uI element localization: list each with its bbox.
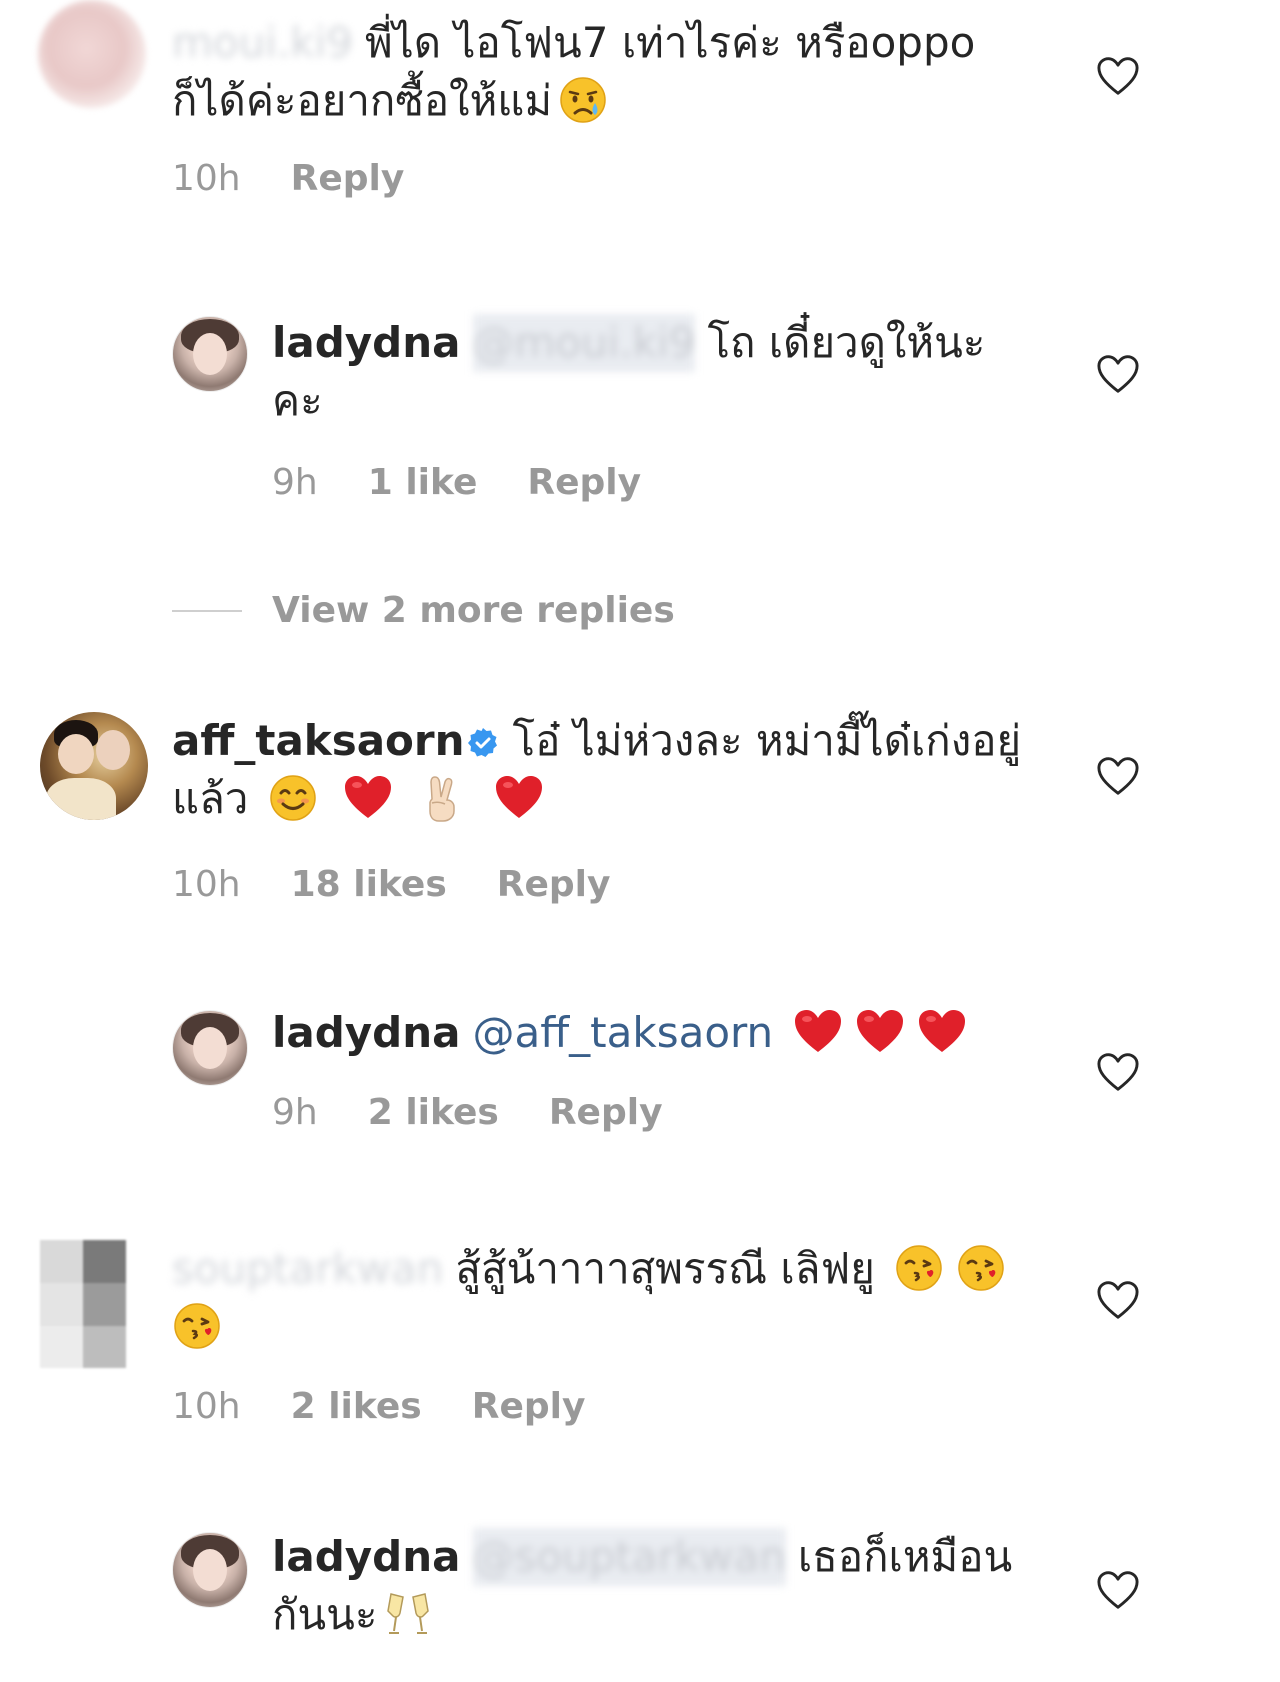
- red-heart-icon: [494, 773, 544, 823]
- comment-text: พี่ได ไอโฟน7 เท่าไรค่ะ หรือoppo: [364, 18, 976, 67]
- victory-hand-icon: [418, 773, 468, 823]
- reply-button[interactable]: Reply: [472, 1386, 586, 1427]
- likes-count[interactable]: 1 like: [368, 462, 478, 503]
- comment-body: ladydna @moui.ki9 โถ เดี๋ยวดูให้นะ คะ: [272, 314, 1072, 430]
- comment-body: ladydna @souptarkwan เธอก็เหมือน กันนะ: [272, 1528, 1092, 1644]
- comment-text: คะ: [272, 376, 323, 425]
- kissing-face-icon: [894, 1243, 944, 1293]
- comment-meta: 10h 2 likes Reply: [172, 1386, 635, 1427]
- mention-link[interactable]: @aff_taksaorn: [473, 1008, 774, 1057]
- comment-text: โถ เดี๋ยวดูให้นะ: [707, 318, 986, 367]
- timestamp: 9h: [272, 462, 318, 503]
- comment-body: aff_taksaorn โอ๋ ไม่ห่วงละ หม่ามี๊ได๋เก่ง…: [172, 712, 1092, 828]
- comment-body: ladydna @aff_taksaorn: [272, 1004, 1172, 1062]
- likes-count[interactable]: 18 likes: [291, 864, 447, 905]
- heart-icon[interactable]: [1096, 756, 1140, 796]
- username[interactable]: ladydna: [272, 1532, 461, 1581]
- comment-text: ก็ได้ค่ะอยากซื้อให้แม่: [172, 76, 553, 125]
- comment-meta: 9h 1 like Reply: [272, 462, 691, 503]
- avatar-blurred[interactable]: [38, 0, 146, 108]
- reply-button[interactable]: Reply: [549, 1092, 663, 1133]
- timestamp: 10h: [172, 864, 241, 905]
- comment-meta: 9h 2 likes Reply: [272, 1092, 713, 1133]
- avatar-ladydna[interactable]: [172, 1532, 248, 1608]
- view-more-replies-label[interactable]: View 2 more replies: [272, 590, 675, 631]
- smiling-face-icon: [268, 773, 318, 823]
- comment-text: สู้สู้น้าาาาสุพรรณี เลิฟยู: [455, 1244, 875, 1293]
- avatar-aff-taksaorn[interactable]: [40, 712, 148, 820]
- heart-icon[interactable]: [1096, 1052, 1140, 1092]
- comment-body: moui.ki9 พี่ได ไอโฟน7 เท่าไรค่ะ หรือoppo …: [172, 14, 1072, 130]
- comments-screen: moui.ki9 พี่ได ไอโฟน7 เท่าไรค่ะ หรือoppo …: [0, 0, 1280, 1682]
- blurred-username[interactable]: moui.ki9: [172, 14, 353, 72]
- reply-button[interactable]: Reply: [291, 158, 405, 199]
- verified-badge-icon: [467, 727, 499, 759]
- heart-icon[interactable]: [1096, 1570, 1140, 1610]
- avatar-ladydna[interactable]: [172, 316, 248, 392]
- clinking-glasses-icon: [383, 1589, 433, 1639]
- comment-text: โอ๋ ไม่ห่วงละ หม่ามี๊ได๋เก่งอยู่: [512, 716, 1022, 765]
- divider-line: [172, 609, 242, 612]
- heart-icon[interactable]: [1096, 1280, 1140, 1320]
- comment-text: กันนะ: [272, 1590, 378, 1639]
- username[interactable]: aff_taksaorn: [172, 716, 465, 765]
- red-heart-icon: [343, 773, 393, 823]
- comment-text: เธอก็เหมือน: [797, 1532, 1013, 1581]
- heart-icon[interactable]: [1096, 354, 1140, 394]
- timestamp: 9h: [272, 1092, 318, 1133]
- reply-button[interactable]: Reply: [497, 864, 611, 905]
- comment-meta: 10h Reply: [172, 158, 454, 199]
- likes-count[interactable]: 2 likes: [291, 1386, 422, 1427]
- reply-button[interactable]: Reply: [527, 462, 641, 503]
- timestamp: 10h: [172, 1386, 241, 1427]
- crying-face-icon: [558, 75, 608, 125]
- likes-count[interactable]: 2 likes: [368, 1092, 499, 1133]
- red-heart-icon: [793, 1007, 843, 1057]
- timestamp: 10h: [172, 158, 241, 199]
- kissing-face-icon: [956, 1243, 1006, 1293]
- red-heart-icon: [855, 1007, 905, 1057]
- avatar-pixelated[interactable]: [40, 1240, 126, 1368]
- username[interactable]: ladydna: [272, 1008, 461, 1057]
- blurred-username[interactable]: souptarkwan: [172, 1240, 443, 1298]
- red-heart-icon: [917, 1007, 967, 1057]
- kissing-face-icon: [172, 1301, 222, 1351]
- view-more-replies[interactable]: View 2 more replies: [172, 590, 675, 631]
- comment-body: souptarkwan สู้สู้น้าาาาสุพรรณี เลิฟยู: [172, 1240, 1092, 1356]
- blurred-mention[interactable]: @souptarkwan: [472, 1528, 786, 1586]
- heart-icon[interactable]: [1096, 56, 1140, 96]
- blurred-mention[interactable]: @moui.ki9: [472, 314, 696, 372]
- comment-meta: 10h 18 likes Reply: [172, 864, 660, 905]
- avatar-ladydna[interactable]: [172, 1010, 248, 1086]
- username[interactable]: ladydna: [272, 318, 461, 367]
- comment-text: แล้ว: [172, 774, 249, 823]
